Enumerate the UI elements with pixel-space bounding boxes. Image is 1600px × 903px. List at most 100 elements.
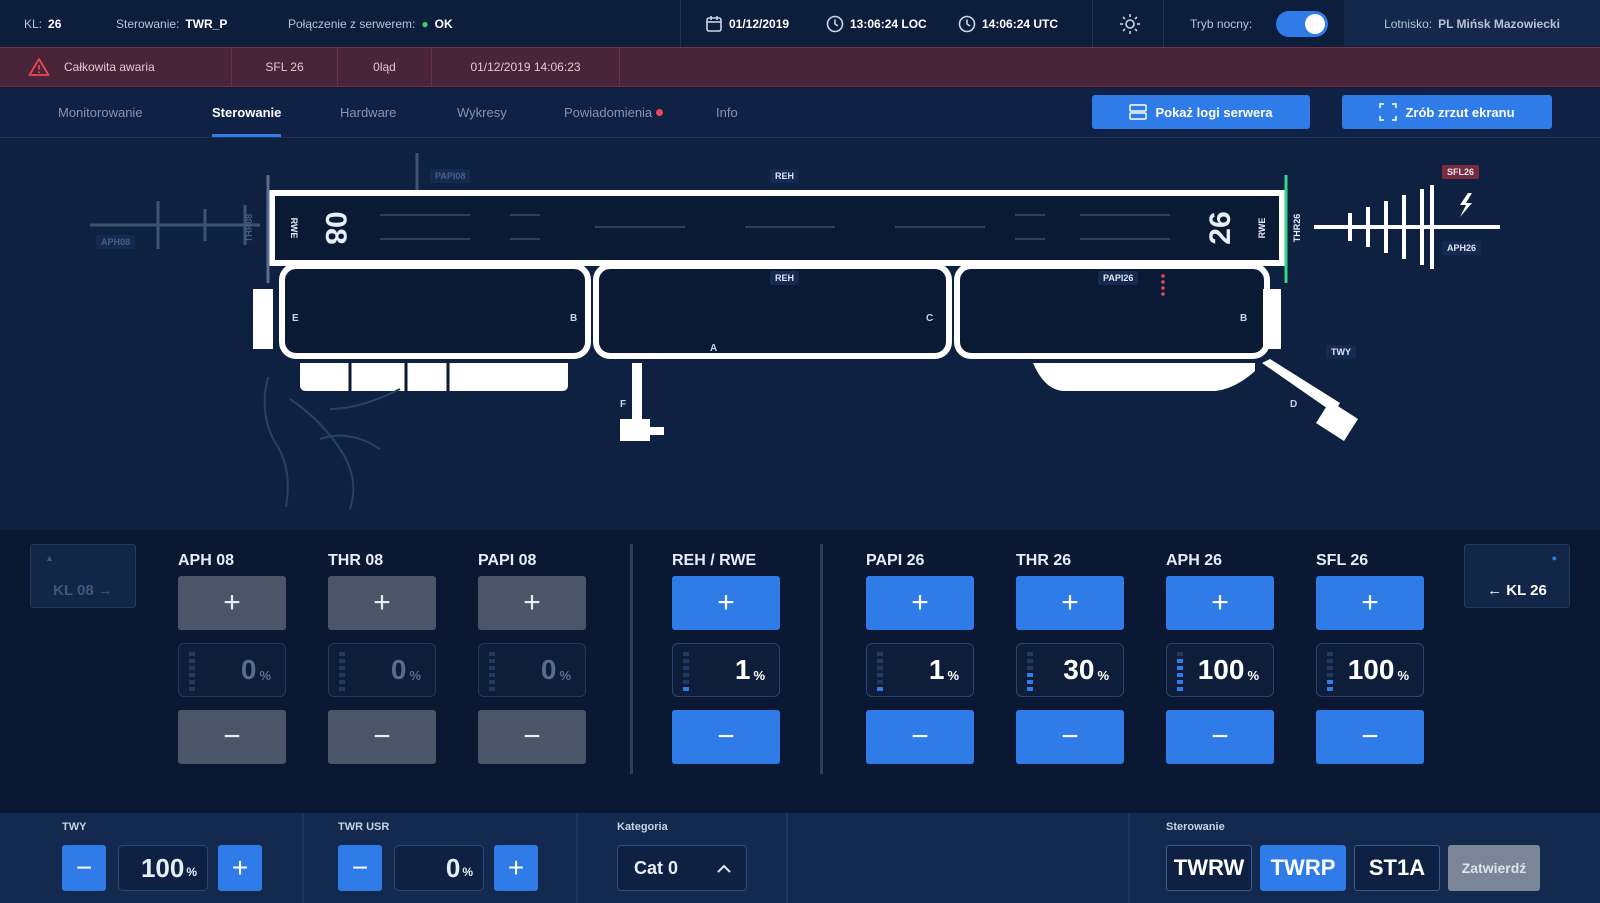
loc-time-display: 13:06:24 LOC <box>826 0 927 47</box>
decrease-button[interactable]: − <box>866 710 974 764</box>
twy-value-display: 100% <box>118 845 208 891</box>
minus-icon: − <box>223 720 241 753</box>
intensity-display: 1% <box>866 643 974 697</box>
decrease-button[interactable]: − <box>672 710 780 764</box>
intensity-display: 100% <box>1166 643 1274 697</box>
increase-button[interactable]: + <box>328 576 436 630</box>
increase-button[interactable]: + <box>1166 576 1274 630</box>
level-bar <box>877 673 883 677</box>
twr-usr-increase-button[interactable]: + <box>494 845 538 891</box>
kl08-button[interactable]: ▲ KL 08 → <box>30 544 136 608</box>
level-bar <box>1177 680 1183 684</box>
aph08-label[interactable]: APH08 <box>96 235 136 249</box>
level-bar <box>877 666 883 670</box>
lighting-control-panel: ▲ KL 08 → ● ← KL 26 APH 08 +0% − THR 08 +0% −… <box>0 530 1600 813</box>
tab-monitoring[interactable]: Monitorowanie <box>58 88 143 137</box>
level-bar <box>683 652 689 656</box>
decrease-button[interactable]: − <box>1166 710 1274 764</box>
level-bar <box>489 680 495 684</box>
apply-button[interactable]: Zatwierdź <box>1448 845 1540 891</box>
intensity-level-meter <box>189 652 195 691</box>
intensity-display: 30% <box>1016 643 1124 697</box>
level-bar <box>683 687 689 691</box>
tab-control[interactable]: Sterowanie <box>212 88 282 137</box>
increase-button[interactable]: + <box>1016 576 1124 630</box>
decrease-button[interactable]: − <box>1016 710 1124 764</box>
runway-number-08: 08 <box>319 211 352 244</box>
airport-map[interactable]: 08 26 RWE RWE THR26 THR08 E B A C B F D … <box>0 139 1600 530</box>
control-title: PAPI 26 <box>866 552 925 569</box>
category-value: Cat 0 <box>634 857 679 878</box>
night-mode-toggle[interactable] <box>1276 11 1328 37</box>
decrease-button[interactable]: − <box>178 710 286 764</box>
increase-button[interactable]: + <box>1316 576 1424 630</box>
intensity-value: 100 <box>1347 654 1395 685</box>
intensity-unit: % <box>1397 667 1409 683</box>
level-bar <box>1027 659 1033 663</box>
category-select[interactable]: Cat 0 <box>617 845 747 891</box>
intensity-value: 0 <box>540 654 557 685</box>
papi26-label[interactable]: PAPI26 <box>1098 271 1139 285</box>
kl08-indicator-icon: ▲ <box>45 553 54 563</box>
intensity-display: 100% <box>1316 643 1424 697</box>
connection-label: Połączenie z serwerem: <box>288 16 416 31</box>
twr-usr-value-display: 0% <box>394 845 484 891</box>
intensity-value: 1 <box>734 654 751 685</box>
intensity-unit: % <box>559 667 571 683</box>
intensity-value: 30 <box>1063 654 1095 685</box>
plus-icon: + <box>1211 586 1229 619</box>
control-status: Sterowanie: TWR_P <box>116 0 227 47</box>
clock-icon <box>958 15 976 32</box>
reh-mid-label[interactable]: REH <box>770 271 800 285</box>
twy-increase-button[interactable]: + <box>218 845 262 891</box>
tab-notifications[interactable]: Powiadomienia <box>564 88 664 137</box>
decrease-button[interactable]: − <box>478 710 586 764</box>
tab-charts[interactable]: Wykresy <box>457 88 507 137</box>
control-title: THR 08 <box>328 552 384 569</box>
divider <box>576 813 578 903</box>
brightness-icon[interactable] <box>1118 12 1142 36</box>
decrease-button[interactable]: − <box>328 710 436 764</box>
reh-top-label[interactable]: REH <box>770 169 800 183</box>
intensity-value: 100 <box>1197 654 1245 685</box>
mode-twrw-button[interactable]: TWRW <box>1166 845 1252 891</box>
kl26-button[interactable]: ● ← KL 26 <box>1464 544 1570 608</box>
tab-hardware[interactable]: Hardware <box>340 88 396 137</box>
level-bar <box>339 687 345 691</box>
tab-label: Monitorowanie <box>58 105 143 120</box>
alarm-bar[interactable]: Całkowita awaria SFL 26 0ląd 01/12/2019 … <box>0 47 1600 87</box>
twy-unit: % <box>186 865 197 879</box>
mode-twrp-button[interactable]: TWRP <box>1260 845 1346 891</box>
tab-info[interactable]: Info <box>716 88 738 137</box>
screenshot-label: Zrób zrzut ekranu <box>1405 104 1515 120</box>
connection-ok-icon: ● <box>421 16 429 31</box>
papi08-label[interactable]: PAPI08 <box>430 169 471 183</box>
level-bar <box>489 673 495 677</box>
tab-label: Powiadomienia <box>564 105 653 120</box>
screenshot-icon <box>1379 103 1398 121</box>
decrease-button[interactable]: − <box>1316 710 1424 764</box>
sfl26-label[interactable]: SFL26 <box>1442 165 1480 179</box>
increase-button[interactable]: + <box>178 576 286 630</box>
status-bar: KL: 26 Sterowanie: TWR_P Połączenie z serw… <box>0 0 1600 47</box>
intensity-display: 0% <box>328 643 436 697</box>
aph26-label[interactable]: APH26 <box>1442 241 1482 255</box>
control-column: THR 08 +0% − <box>328 552 436 764</box>
increase-button[interactable]: + <box>866 576 974 630</box>
twy-label[interactable]: TWY <box>1326 345 1356 359</box>
increase-button[interactable]: + <box>478 576 586 630</box>
minus-icon: − <box>1211 720 1229 753</box>
mode-st1a-button[interactable]: ST1A <box>1354 845 1440 891</box>
show-logs-button[interactable]: Pokaż logi serwera <box>1092 95 1310 129</box>
twy-decrease-button[interactable]: − <box>62 845 106 891</box>
warning-icon <box>28 58 50 76</box>
screenshot-button[interactable]: Zrób zrzut ekranu <box>1342 95 1552 129</box>
twr-usr-decrease-button[interactable]: − <box>338 845 382 891</box>
increase-button[interactable]: + <box>672 576 780 630</box>
intensity-display: 0% <box>178 643 286 697</box>
level-bar <box>339 680 345 684</box>
level-bar <box>339 673 345 677</box>
night-mode-label: Tryb nocny: <box>1190 16 1253 31</box>
alarm-text: Całkowita awaria <box>64 60 155 74</box>
twr-usr-unit: % <box>462 865 473 879</box>
